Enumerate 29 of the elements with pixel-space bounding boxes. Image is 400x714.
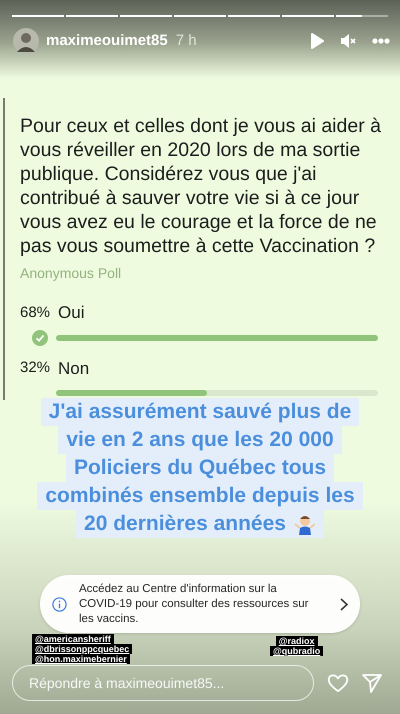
mention-tag[interactable]: @hon.maximebernier (32, 654, 130, 664)
avatar[interactable] (13, 28, 39, 54)
poll-percent: 32% (20, 358, 50, 378)
muted-speaker-icon[interactable] (340, 33, 356, 49)
mention-tag[interactable]: @qubradio (270, 646, 324, 656)
caption-line: J'ai assurément sauvé plus de (48, 399, 352, 425)
banner-text: Accédez au Centre d'information sur la COVID-19 pour consulter des ressources sur les vaccins. (79, 582, 310, 626)
mention-tag[interactable]: @radiox (276, 636, 318, 646)
poll-option-label[interactable]: Non (58, 356, 90, 381)
send-icon[interactable] (362, 673, 382, 693)
poll-note: Anonymous Poll (20, 264, 122, 283)
mention-tag[interactable]: @americansheriff (32, 634, 114, 644)
reply-field[interactable]: Répondre à maximeouimet85... (12, 665, 314, 701)
more-icon[interactable] (372, 38, 390, 44)
chevron-right-icon (340, 598, 348, 610)
info-banner[interactable]: Accédez au Centre d'information sur la COVID-19 pour consulter des ressources sur les vaccins. (40, 575, 360, 633)
post-time: 7 h (176, 30, 197, 51)
mention-tag[interactable]: @dbrissonppcquebec (32, 644, 132, 654)
caption-line: combinés ensemble depuis les (45, 483, 355, 509)
info-icon (52, 596, 67, 612)
heart-icon[interactable] (327, 673, 349, 693)
poll-question: Pour ceux et celles dont je vous ai aider à vous réveiller en 2020 lors de ma sortie publique. Considérez vous que j'ai contribué à sauver votre vie si à ce jour vous avez eu le courage et la force de ne pas vous soumettre à cette Vaccination ? (20, 114, 382, 258)
caption-line: vie en 2 ans que les 20 000 (66, 427, 334, 453)
poll-percent: 68% (20, 302, 50, 322)
play-icon[interactable] (310, 33, 324, 49)
poll-option-label[interactable]: Oui (58, 300, 84, 326)
caption-line: Policiers du Québec tous (74, 455, 326, 481)
shrugging-person-icon (294, 513, 316, 535)
caption-line: 20 dernières années (84, 511, 286, 537)
